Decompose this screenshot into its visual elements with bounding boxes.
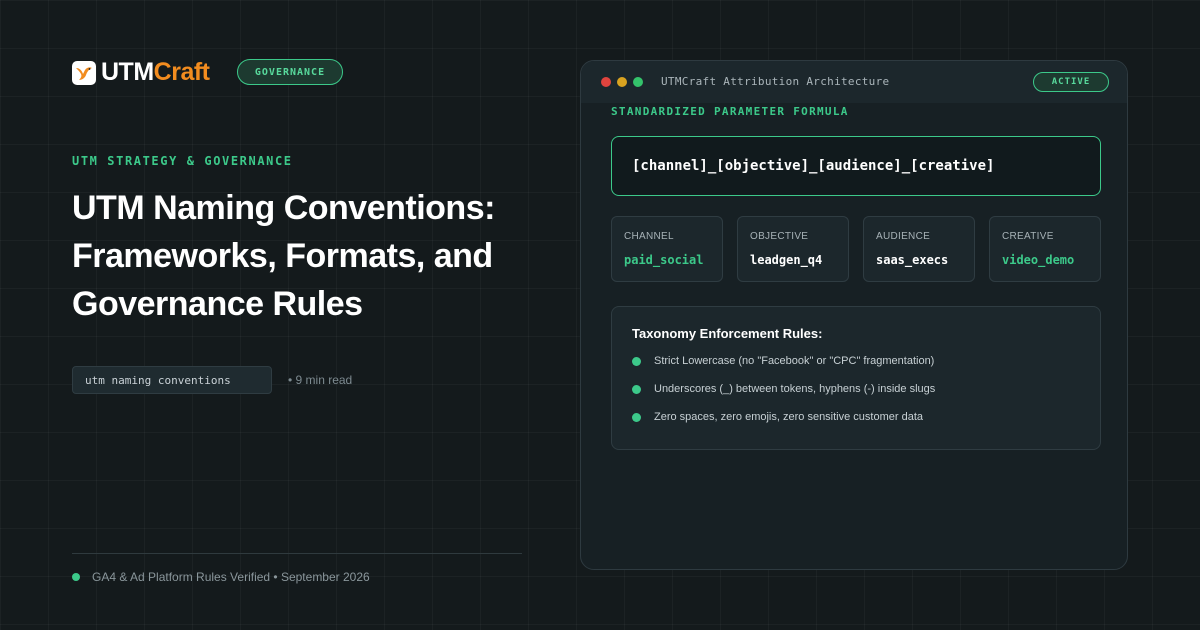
bullet-dot-icon <box>632 412 641 422</box>
token-card-channel: CHANNEL paid_social <box>611 216 723 282</box>
read-time: • 9 min read <box>288 373 353 387</box>
token-value: saas_execs <box>876 253 949 267</box>
attribution-window: UTMCraft Attribution Architecture ACTIVE… <box>580 60 1128 570</box>
rule-item: Underscores (_) between tokens, hyphens … <box>632 383 935 395</box>
token-examples: CHANNEL paid_social OBJECTIVE leadgen_q4… <box>611 216 1101 282</box>
category-pill[interactable]: GOVERNANCE <box>237 59 343 85</box>
token-card-creative: CREATIVE video_demo <box>989 216 1101 282</box>
token-label: OBJECTIVE <box>750 231 809 242</box>
footer-divider <box>72 553 522 554</box>
token-value: paid_social <box>624 253 704 267</box>
minimize-window-icon[interactable] <box>617 77 627 87</box>
token-value: video_demo <box>1002 253 1075 267</box>
maximize-window-icon[interactable] <box>633 77 643 87</box>
token-value: leadgen_q4 <box>750 253 823 267</box>
window-titlebar: UTMCraft Attribution Architecture ACTIVE <box>581 61 1127 103</box>
token-card-objective: OBJECTIVE leadgen_q4 <box>737 216 849 282</box>
rule-item: Strict Lowercase (no "Facebook" or "CPC"… <box>632 355 934 367</box>
enforcement-rules: Taxonomy Enforcement Rules: Strict Lower… <box>611 306 1101 450</box>
footer-note: GA4 & Ad Platform Rules Verified • Septe… <box>72 570 370 584</box>
verified-dot-icon <box>72 573 80 581</box>
article-title-line-1: UTM Naming Conventions: <box>72 189 495 227</box>
article-title-line-3: Governance Rules <box>72 285 363 323</box>
article-eyebrow: UTM STRATEGY & GOVERNANCE <box>72 154 293 168</box>
bullet-dot-icon <box>632 384 641 394</box>
bullet-dot-icon <box>632 356 641 366</box>
window-title: UTMCraft Attribution Architecture <box>661 75 890 88</box>
section-label: STANDARDIZED PARAMETER FORMULA <box>611 105 849 118</box>
token-label: CHANNEL <box>624 231 674 242</box>
brand-name-craft: Craft <box>153 58 210 86</box>
rule-item: Zero spaces, zero emojis, zero sensitive… <box>632 411 923 423</box>
brand-name-utm: UTM <box>101 58 154 86</box>
rule-text: Underscores (_) between tokens, hyphens … <box>654 383 936 395</box>
status-badge: ACTIVE <box>1033 72 1109 92</box>
article-title-line-2: Frameworks, Formats, and <box>72 237 493 275</box>
bird-logo-icon <box>72 60 96 85</box>
brand-logo[interactable]: UTMCraft <box>72 60 210 85</box>
parameter-formula: [channel]_[objective]_[audience]_[creati… <box>611 136 1101 196</box>
rules-title: Taxonomy Enforcement Rules: <box>632 326 823 341</box>
footer-text: GA4 & Ad Platform Rules Verified • Septe… <box>92 570 370 584</box>
article-title: UTM Naming Conventions: Frameworks, Form… <box>72 184 512 328</box>
brand-name: UTMCraft <box>101 60 210 85</box>
rule-text: Zero spaces, zero emojis, zero sensitive… <box>654 411 924 423</box>
rule-text: Strict Lowercase (no "Facebook" or "CPC"… <box>654 355 935 367</box>
keyword-tag[interactable]: utm naming conventions <box>72 366 272 394</box>
token-card-audience: AUDIENCE saas_execs <box>863 216 975 282</box>
token-label: AUDIENCE <box>876 231 931 242</box>
token-label: CREATIVE <box>1002 231 1054 242</box>
close-window-icon[interactable] <box>601 77 611 87</box>
